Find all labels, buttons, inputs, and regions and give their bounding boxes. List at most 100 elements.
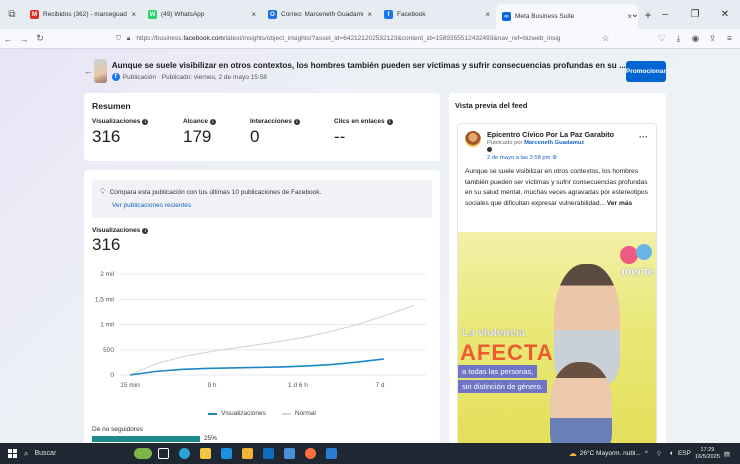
y-tick-label: 1,5 mil	[95, 296, 115, 303]
post-date-text: 2 de mayo a las 3:58 pm	[487, 155, 551, 161]
tab-1[interactable]: W (49) WhatsApp ×	[142, 0, 262, 29]
posted-by-prefix: Publicado por	[487, 140, 525, 146]
restore-button[interactable]: ❐	[680, 9, 710, 20]
close-tab-icon[interactable]: ×	[367, 10, 372, 19]
tab-2[interactable]: O Correo: Marceneth Guadamuz ×	[262, 0, 378, 29]
store-icon[interactable]	[216, 443, 237, 464]
tab-favicon-icon: ∞	[502, 12, 511, 21]
notifications-icon[interactable]: ▤	[724, 450, 730, 458]
downloads-icon[interactable]: ⤓	[670, 33, 687, 44]
edge-icon[interactable]	[174, 443, 195, 464]
post-date: 2 de mayo a las 3:58 pm ⊛	[487, 155, 557, 161]
window-controls: ⌄ – ❐ ✕	[620, 0, 740, 29]
file-explorer-icon[interactable]	[195, 443, 216, 464]
word-icon[interactable]	[321, 443, 342, 464]
avatar	[465, 131, 481, 147]
metric-label: Visualizaciones	[92, 118, 141, 125]
logo-text: mente	[621, 266, 654, 278]
post-subtitle: Publicación · Publicado: viernes, 2 de m…	[122, 73, 267, 81]
tab-actions-icon[interactable]: ⧉	[0, 0, 24, 29]
legend-item-normal[interactable]: Normal	[281, 410, 316, 417]
tab-3[interactable]: f Facebook ×	[378, 0, 496, 29]
image-text-line4: sin distinción de género.	[458, 380, 547, 393]
metric-label: Alcance	[183, 118, 208, 125]
back-arrow-icon[interactable]: ←	[84, 66, 94, 76]
forward-arrow-icon[interactable]: →	[16, 34, 32, 44]
info-icon[interactable]: i	[142, 118, 149, 125]
post-title: Aunque se suele visibilizar en otros con…	[111, 61, 626, 70]
close-tab-icon[interactable]: ×	[131, 10, 136, 19]
promote-button[interactable]: Promocionar	[625, 60, 666, 82]
image-text-line1: La violencia	[462, 327, 525, 339]
minimize-button[interactable]: –	[650, 9, 680, 20]
post-thumbnail	[93, 59, 107, 83]
info-icon[interactable]: i	[293, 118, 300, 125]
weather-icon: ☁	[568, 449, 577, 458]
account-icon[interactable]: ◉	[687, 33, 704, 44]
dot-icon	[487, 147, 492, 152]
taskbar-apps	[132, 443, 342, 464]
teams-icon[interactable]	[279, 443, 300, 464]
facebook-post-preview: Epicentro Cívico Por La Paz Garabito Pub…	[457, 123, 657, 443]
recent-posts-link[interactable]: Ver publicaciones recientes	[112, 202, 424, 209]
address-bar[interactable]: ⛉ 🔒︎ https://business. facebook.com/lates…	[116, 32, 606, 46]
tab-4[interactable]: ∞ Meta Business Suite ×	[496, 4, 638, 29]
taskbar-search[interactable]: ⌕ Buscar	[24, 449, 124, 459]
star-icon[interactable]: ☆	[597, 33, 614, 44]
tray-chevron-icon[interactable]: ^	[645, 450, 648, 457]
globe-icon: ⊛	[552, 155, 557, 161]
language-indicator[interactable]: ESP	[678, 450, 691, 457]
clock-date: 16/5/2025	[694, 453, 720, 460]
info-icon[interactable]: i	[209, 118, 216, 125]
network-icon[interactable]: ⌔	[656, 449, 662, 458]
url-prefix: https://business.	[136, 35, 184, 42]
person-figure	[550, 362, 612, 443]
x-tick-label: 1 d 6 h	[288, 382, 308, 389]
share-icon[interactable]: ⇪	[704, 33, 721, 44]
clock[interactable]: 17:29 16/5/2025	[695, 447, 720, 461]
posted-by-name: Marceneth Guadamuz	[524, 140, 585, 146]
more-options-icon[interactable]: ···	[639, 132, 648, 142]
volume-icon[interactable]: 🔈︎	[670, 450, 674, 458]
windows-start-icon[interactable]	[0, 449, 24, 458]
info-icon[interactable]: i	[386, 118, 393, 125]
tab-title: (49) WhatsApp	[161, 11, 205, 18]
menu-icon[interactable]: ≡	[721, 33, 738, 44]
windows-taskbar: ⌕ Buscar ☁ 26°C Mayorm. nubl... ^ ⌔ 🔈︎ ES…	[0, 443, 740, 464]
tab-favicon-icon: M	[30, 10, 39, 19]
lock-icon[interactable]: 🔒︎	[127, 35, 130, 43]
chart-legend: Visualizaciones Normal	[84, 410, 440, 417]
outlook-icon[interactable]	[258, 443, 279, 464]
chevron-down-icon[interactable]: ⌄	[620, 9, 650, 20]
metric-label: Clics en enlaces	[334, 118, 385, 125]
see-more-link[interactable]: Ver más	[607, 200, 632, 207]
y-tick-label: 500	[103, 347, 114, 354]
info-icon[interactable]: i	[142, 227, 149, 234]
close-tab-icon[interactable]: ×	[485, 10, 490, 19]
summary-card: Resumen Visualizaciones i 316 Alcance i 17…	[84, 93, 440, 161]
legend-item-views[interactable]: Visualizaciones	[208, 410, 266, 417]
shield-icon[interactable]: ⛉	[116, 35, 121, 43]
metric-label: Interacciones	[250, 118, 292, 125]
pocket-icon[interactable]: ♡	[653, 33, 670, 44]
close-tab-icon[interactable]: ×	[251, 10, 256, 19]
metric-value: 179	[183, 127, 212, 146]
post-header: ← Aunque se suele visibilizar en otros c…	[84, 55, 666, 87]
task-view-icon[interactable]	[153, 443, 174, 464]
firefox-icon[interactable]	[300, 443, 321, 464]
tab-0[interactable]: M Recibidos (362) - marceguadam ×	[24, 0, 142, 29]
metric-value: 316	[92, 127, 121, 146]
weather-text[interactable]: 26°C Mayorm. nubl...	[580, 450, 641, 457]
tab-title: Recibidos (362) - marceguadam	[43, 11, 128, 18]
series-line-views[interactable]	[129, 358, 385, 376]
close-window-button[interactable]: ✕	[710, 9, 740, 20]
taskbar-widget-icon[interactable]	[132, 443, 153, 464]
back-arrow-icon[interactable]: ←	[0, 34, 16, 44]
image-text-line3: a todas las personas,	[458, 365, 538, 378]
series-line-normal[interactable]	[129, 304, 415, 376]
reload-icon[interactable]: ↻	[32, 33, 48, 44]
mail-icon[interactable]	[237, 443, 258, 464]
x-tick-label: 9 h	[207, 382, 216, 389]
page-name: Epicentro Cívico Por La Paz Garabito	[487, 130, 615, 139]
search-icon: ⌕	[24, 448, 29, 458]
